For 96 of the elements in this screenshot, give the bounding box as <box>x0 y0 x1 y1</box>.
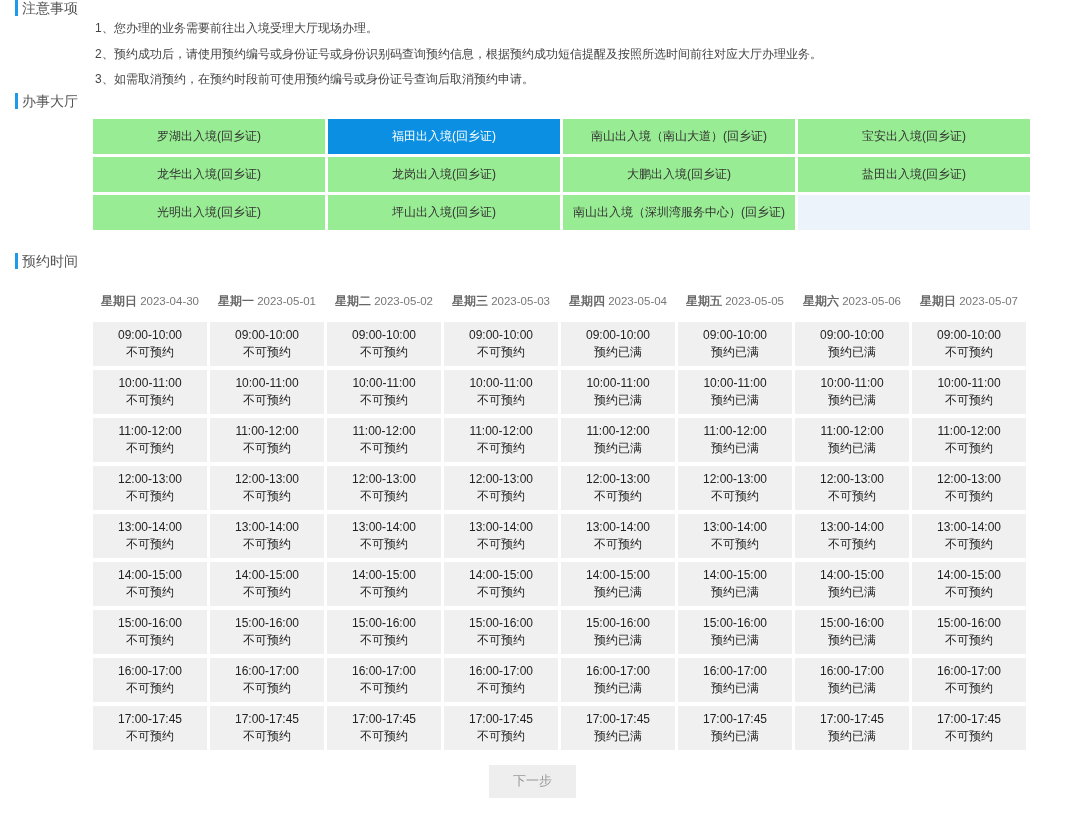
time-slot[interactable]: 13:00-14:00 不可预约 <box>210 513 324 558</box>
time-slot[interactable]: 12:00-13:00 不可预约 <box>93 465 207 510</box>
hall-option[interactable]: 光明出入境(回乡证) <box>93 194 325 230</box>
time-slot[interactable]: 09:00-10:00 不可预约 <box>93 321 207 366</box>
hall-option[interactable]: 南山出入境（深圳湾服务中心）(回乡证) <box>563 194 795 230</box>
day-header: 星期日 2023-05-07 <box>919 293 1019 309</box>
time-slot[interactable]: 14:00-15:00 不可预约 <box>210 561 324 606</box>
time-slot[interactable]: 17:00-17:45 不可预约 <box>444 705 558 750</box>
hall-option[interactable]: 宝安出入境(回乡证) <box>798 118 1030 154</box>
time-slot[interactable]: 15:00-16:00 不可预约 <box>444 609 558 654</box>
time-slot[interactable]: 09:00-10:00 不可预约 <box>444 321 558 366</box>
time-slot[interactable]: 12:00-13:00 不可预约 <box>210 465 324 510</box>
time-slot[interactable]: 13:00-14:00 不可预约 <box>912 513 1026 558</box>
hall-option[interactable]: 龙岗出入境(回乡证) <box>328 156 560 192</box>
hall-option[interactable]: 大鹏出入境(回乡证) <box>563 156 795 192</box>
time-slot[interactable]: 15:00-16:00 不可预约 <box>210 609 324 654</box>
time-slot[interactable]: 12:00-13:00 不可预约 <box>912 465 1026 510</box>
hall-option[interactable]: 罗湖出入境(回乡证) <box>93 118 325 154</box>
time-slot[interactable]: 10:00-11:00 不可预约 <box>444 369 558 414</box>
time-slot[interactable]: 10:00-11:00 不可预约 <box>912 369 1026 414</box>
time-slot[interactable]: 14:00-15:00 预约已满 <box>561 561 675 606</box>
section-heading: 注意事项 <box>15 0 1080 16</box>
day-header: 星期二 2023-05-02 <box>334 293 434 309</box>
hall-option[interactable]: 龙华出入境(回乡证) <box>93 156 325 192</box>
time-slot[interactable]: 13:00-14:00 不可预约 <box>678 513 792 558</box>
time-slot[interactable]: 11:00-12:00 预约已满 <box>795 417 909 462</box>
time-slot[interactable]: 16:00-17:00 不可预约 <box>912 657 1026 702</box>
day-header: 星期六 2023-05-06 <box>802 293 902 309</box>
time-slot[interactable]: 13:00-14:00 不可预约 <box>327 513 441 558</box>
time-slot[interactable]: 09:00-10:00 预约已满 <box>678 321 792 366</box>
time-slot[interactable]: 15:00-16:00 不可预约 <box>912 609 1026 654</box>
time-slot[interactable]: 16:00-17:00 不可预约 <box>93 657 207 702</box>
time-slot[interactable]: 16:00-17:00 不可预约 <box>327 657 441 702</box>
time-slot[interactable]: 11:00-12:00 预约已满 <box>561 417 675 462</box>
time-slot[interactable]: 11:00-12:00 不可预约 <box>444 417 558 462</box>
time-slot[interactable]: 14:00-15:00 预约已满 <box>678 561 792 606</box>
time-slot[interactable]: 10:00-11:00 预约已满 <box>678 369 792 414</box>
day-header: 星期三 2023-05-03 <box>451 293 551 309</box>
hall-option[interactable]: 坪山出入境(回乡证) <box>328 194 560 230</box>
notice-text: 3、如需取消预约，在预约时段前可使用预约编号或身份证号查询后取消预约申请。 <box>95 71 535 88</box>
time-slot[interactable]: 17:00-17:45 预约已满 <box>795 705 909 750</box>
notice-text: 2、预约成功后，请使用预约编号或身份证号或身份识别码查询预约信息，根据预约成功短信提醒及按照所选时间前往对应大厅办理业务。 <box>95 45 823 63</box>
time-slot[interactable]: 09:00-10:00 预约已满 <box>561 321 675 366</box>
time-slot[interactable]: 17:00-17:45 预约已满 <box>561 705 675 750</box>
notice-text: 1、您办理的业务需要前往出入境受理大厅现场办理。 <box>95 20 379 37</box>
time-slot[interactable]: 15:00-16:00 预约已满 <box>795 609 909 654</box>
time-slot[interactable]: 15:00-16:00 不可预约 <box>327 609 441 654</box>
time-slot[interactable]: 12:00-13:00 不可预约 <box>678 465 792 510</box>
time-slot[interactable]: 16:00-17:00 预约已满 <box>795 657 909 702</box>
time-slot[interactable]: 16:00-17:00 预约已满 <box>678 657 792 702</box>
time-slot[interactable]: 12:00-13:00 不可预约 <box>795 465 909 510</box>
time-slot[interactable]: 10:00-11:00 预约已满 <box>561 369 675 414</box>
time-slot[interactable]: 10:00-11:00 不可预约 <box>93 369 207 414</box>
time-slot[interactable]: 11:00-12:00 预约已满 <box>678 417 792 462</box>
time-slot[interactable]: 17:00-17:45 不可预约 <box>93 705 207 750</box>
time-slot[interactable]: 17:00-17:45 不可预约 <box>327 705 441 750</box>
time-slot[interactable]: 17:00-17:45 不可预约 <box>912 705 1026 750</box>
time-slot[interactable]: 11:00-12:00 不可预约 <box>93 417 207 462</box>
time-slot[interactable]: 17:00-17:45 预约已满 <box>678 705 792 750</box>
time-slot[interactable]: 13:00-14:00 不可预约 <box>561 513 675 558</box>
day-header: 星期五 2023-05-05 <box>685 293 785 309</box>
time-slot[interactable]: 10:00-11:00 预约已满 <box>795 369 909 414</box>
time-slot[interactable]: 11:00-12:00 不可预约 <box>327 417 441 462</box>
time-slot[interactable]: 11:00-12:00 不可预约 <box>210 417 324 462</box>
time-slot[interactable]: 15:00-16:00 预约已满 <box>561 609 675 654</box>
time-slot[interactable]: 16:00-17:00 预约已满 <box>561 657 675 702</box>
hall-option[interactable]: 南山出入境（南山大道）(回乡证) <box>563 118 795 154</box>
time-slot[interactable]: 14:00-15:00 不可预约 <box>444 561 558 606</box>
time-slot[interactable]: 12:00-13:00 不可预约 <box>444 465 558 510</box>
time-slot[interactable]: 15:00-16:00 不可预约 <box>93 609 207 654</box>
time-slot[interactable]: 09:00-10:00 不可预约 <box>210 321 324 366</box>
day-header: 星期四 2023-05-04 <box>568 293 668 309</box>
time-slot[interactable]: 14:00-15:00 不可预约 <box>912 561 1026 606</box>
time-slot[interactable]: 14:00-15:00 预约已满 <box>795 561 909 606</box>
time-slot[interactable]: 10:00-11:00 不可预约 <box>327 369 441 414</box>
time-slot[interactable]: 13:00-14:00 不可预约 <box>795 513 909 558</box>
hall-option[interactable]: 盐田出入境(回乡证) <box>798 156 1030 192</box>
time-slot[interactable]: 11:00-12:00 不可预约 <box>912 417 1026 462</box>
time-slot[interactable]: 13:00-14:00 不可预约 <box>93 513 207 558</box>
day-header: 星期一 2023-05-01 <box>217 293 317 309</box>
section-heading: 办事大厅 <box>15 92 1080 109</box>
time-slot[interactable]: 12:00-13:00 不可预约 <box>327 465 441 510</box>
time-slot[interactable]: 15:00-16:00 预约已满 <box>678 609 792 654</box>
section-heading: 预约时间 <box>15 252 1080 269</box>
time-slot[interactable]: 10:00-11:00 不可预约 <box>210 369 324 414</box>
time-slot[interactable]: 13:00-14:00 不可预约 <box>444 513 558 558</box>
time-slot[interactable]: 09:00-10:00 不可预约 <box>912 321 1026 366</box>
time-slot[interactable]: 17:00-17:45 不可预约 <box>210 705 324 750</box>
time-slot[interactable]: 16:00-17:00 不可预约 <box>444 657 558 702</box>
time-slot[interactable]: 09:00-10:00 不可预约 <box>327 321 441 366</box>
time-slot[interactable]: 09:00-10:00 预约已满 <box>795 321 909 366</box>
time-slot[interactable]: 12:00-13:00 不可预约 <box>561 465 675 510</box>
time-slot[interactable]: 16:00-17:00 不可预约 <box>210 657 324 702</box>
day-header: 星期日 2023-04-30 <box>100 293 200 309</box>
time-slot[interactable]: 14:00-15:00 不可预约 <box>93 561 207 606</box>
time-slot[interactable]: 14:00-15:00 不可预约 <box>327 561 441 606</box>
